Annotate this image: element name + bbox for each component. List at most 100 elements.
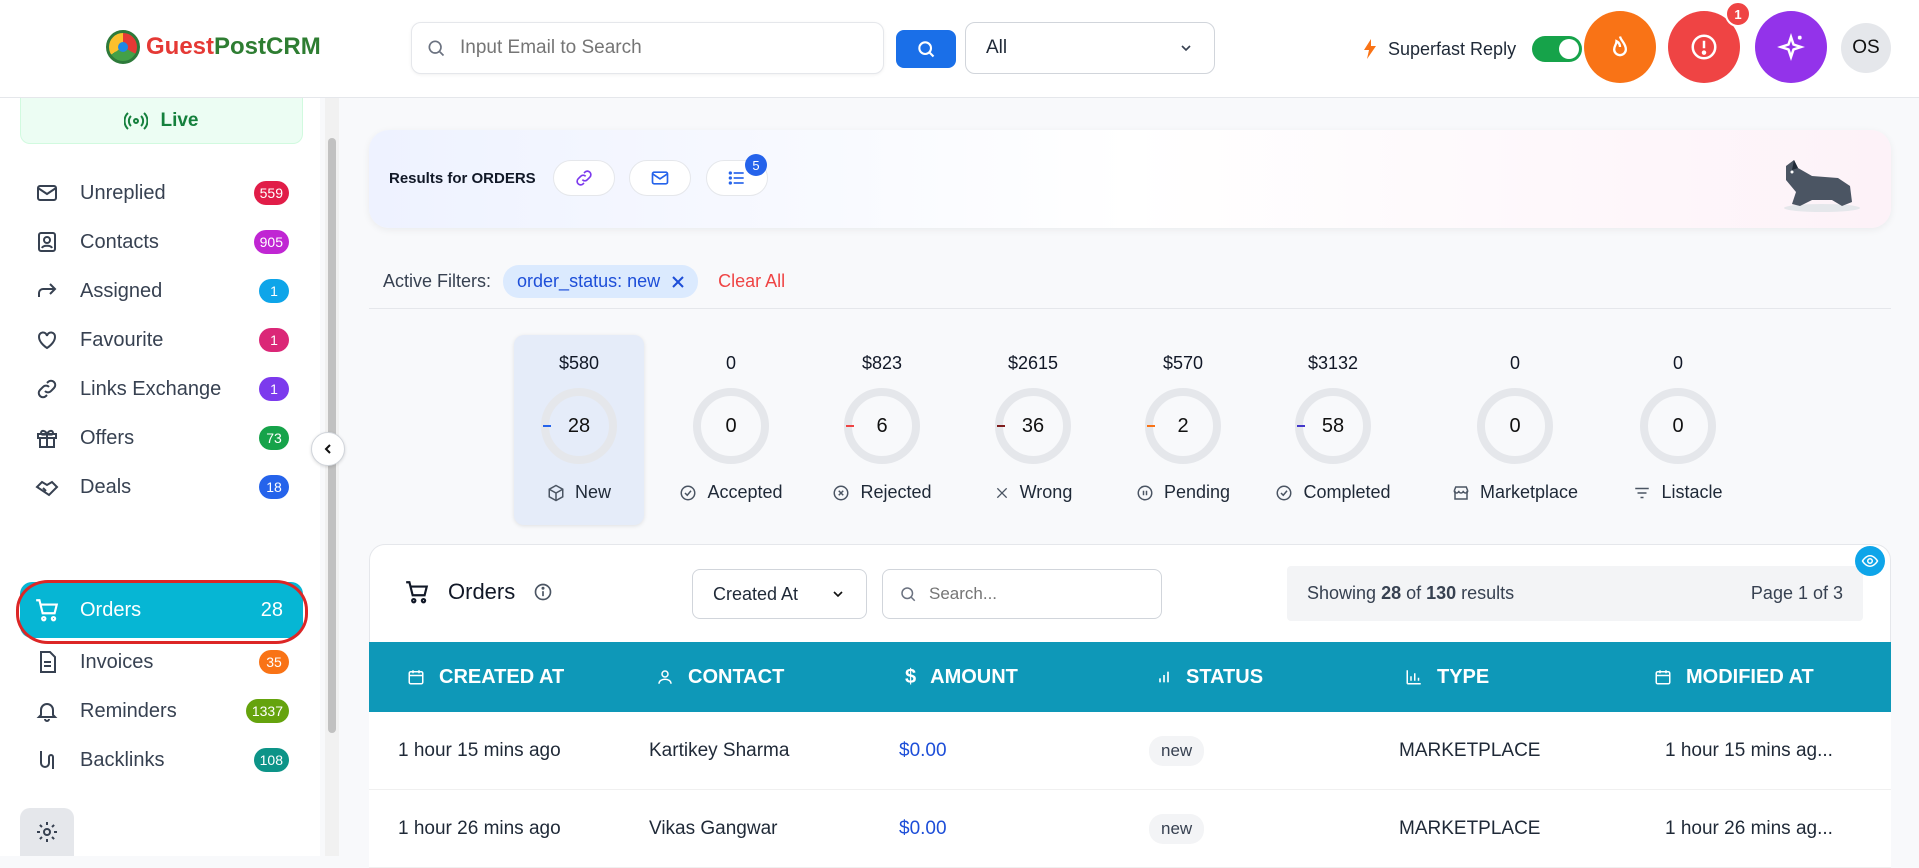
chevron-down-icon [833,591,843,598]
stat-accepted[interactable]: 0 0 Accepted [666,335,796,525]
table-row[interactable]: 1 hour 26 mins ago Vikas Gangwar $0.00 new M… [369,790,1891,868]
status-badge: new [1149,814,1205,844]
search-scope-select[interactable]: All [965,22,1215,74]
superfast-reply-label: Superfast Reply [1388,38,1517,59]
toggle-columns-button[interactable] [1855,546,1885,576]
cell-amount: $0.00 [899,740,947,761]
sidebar-item-assigned[interactable]: Assigned 1 [20,264,303,318]
column-label: MODIFIED AT [1686,665,1814,688]
mail-icon [651,171,669,185]
sidebar-item-favourite[interactable]: Favourite 1 [20,313,303,367]
column-contact[interactable]: CONTACT [656,642,784,712]
stat-label: Marketplace [1452,482,1578,503]
sidebar-item-contacts[interactable]: Contacts 905 [20,215,303,269]
cell-status: new [1149,712,1205,790]
cell-status: new [1149,790,1205,868]
sidebar-item-label: Links Exchange [80,377,222,400]
filter-chip[interactable]: order_status: new [503,265,699,298]
sidebar-scrollbar[interactable] [325,98,339,856]
sidebar-item-invoices[interactable]: Invoices 35 [20,635,303,689]
email-search-input[interactable] [460,37,860,59]
live-status[interactable]: Live [20,98,303,144]
results-summary: Showing 28 of 130 results Page 1 of 3 [1287,566,1863,621]
superfast-reply-toggle[interactable] [1532,36,1583,62]
email-filter-button[interactable] [629,160,691,196]
cell-contact[interactable]: Vikas Gangwar [649,790,778,868]
page-indicator: Page 1 of 3 [1750,583,1843,603]
showing-total: 130 [1426,583,1457,603]
column-label: CONTACT [688,665,785,688]
sidebar-item-count: 18 [259,475,289,499]
column-label: STATUS [1186,665,1264,688]
app-logo[interactable]: GuestPostCRM [106,30,321,64]
stat-listacle[interactable]: 0 0 Listacle [1613,335,1743,525]
column-modified-at[interactable]: MODIFIED AT [1654,642,1814,712]
sidebar-item-reminders[interactable]: Reminders 1337 [20,684,303,738]
status-badge: new [1149,736,1205,766]
sidebar-item-links-exchange[interactable]: Links Exchange 1 [20,362,303,416]
sidebar-item-label: Offers [80,426,135,449]
hot-leads-button[interactable] [1584,11,1656,83]
stat-marketplace[interactable]: 0 0 Marketplace [1450,335,1580,525]
orders-search-input[interactable] [929,584,1149,604]
alert-circle-icon [1691,34,1717,60]
stat-pending[interactable]: $570 2 Pending [1118,335,1248,525]
sidebar-item-backlinks[interactable]: Backlinks 108 [20,733,303,787]
column-created-at[interactable]: CREATED AT [407,642,564,712]
sidebar-item-deals[interactable]: Deals 18 [20,460,303,514]
sidebar-item-offers[interactable]: Offers 73 [20,411,303,465]
sidebar-item-unreplied[interactable]: Unreplied 559 [20,166,303,220]
clear-all-link[interactable]: Clear All [718,271,785,292]
stat-label-text: Rejected [860,482,932,502]
alerts-count-badge: 1 [1725,1,1751,27]
stat-amount: 0 [725,353,736,373]
stat-label: Pending [1136,482,1230,503]
stat-donut: 0 [1640,388,1716,464]
close-icon[interactable] [672,275,684,288]
stat-completed[interactable]: $3132 58 Completed [1268,335,1398,525]
stat-rejected[interactable]: $823 6 Rejected [817,335,947,525]
heart-icon [34,327,60,353]
search-button[interactable] [896,30,956,68]
stat-label-text: Accepted [707,482,783,502]
gift-icon [34,425,60,451]
user-avatar[interactable]: OS [1841,23,1891,73]
column-label: AMOUNT [930,665,1018,688]
sort-select-value: Created At [713,583,799,604]
stat-label-text: Completed [1303,482,1391,502]
link-icon [34,376,60,402]
stat-new[interactable]: $580 28 New [514,335,644,525]
invoice-icon [34,649,60,675]
sidebar-item-count: 1 [259,377,289,401]
column-status[interactable]: STATUS [1156,642,1263,712]
sparkle-icon [1777,33,1805,61]
list-icon [728,171,744,185]
cell-created-at: 1 hour 26 mins ago [398,818,561,839]
bell-icon [34,698,60,724]
dollar-icon: $ [905,665,917,688]
stat-label-text: Wrong [1019,482,1073,502]
collapse-sidebar-button[interactable] [311,432,345,466]
column-type[interactable]: TYPE [1405,642,1489,712]
sidebar-item-count: 73 [259,426,289,450]
stat-amount: $570 [1162,353,1204,373]
bar-chart-icon [1406,670,1421,685]
links-filter-button[interactable] [553,160,615,196]
cell-contact[interactable]: Kartikey Sharma [649,712,789,790]
info-icon[interactable] [533,582,553,602]
stat-donut: 0 [693,388,769,464]
stat-wrong[interactable]: $2615 36 Wrong [968,335,1098,525]
broadcast-icon [124,111,149,130]
ai-sparkle-button[interactable] [1755,11,1827,83]
search-icon [918,41,935,58]
sidebar-item-label: Invoices [80,650,154,673]
settings-button[interactable] [20,808,74,856]
table-row[interactable]: 1 hour 15 mins ago Kartikey Sharma $0.00 ne… [369,712,1891,790]
sidebar-item-orders[interactable]: Orders 28 [20,582,303,638]
sort-select[interactable]: Created At [692,569,867,619]
column-amount[interactable]: $ AMOUNT [905,642,1018,712]
sidebar-item-label: Reminders [80,699,177,722]
gear-icon [37,822,57,842]
check-circle-icon [679,484,697,502]
progress-tick [846,425,854,427]
